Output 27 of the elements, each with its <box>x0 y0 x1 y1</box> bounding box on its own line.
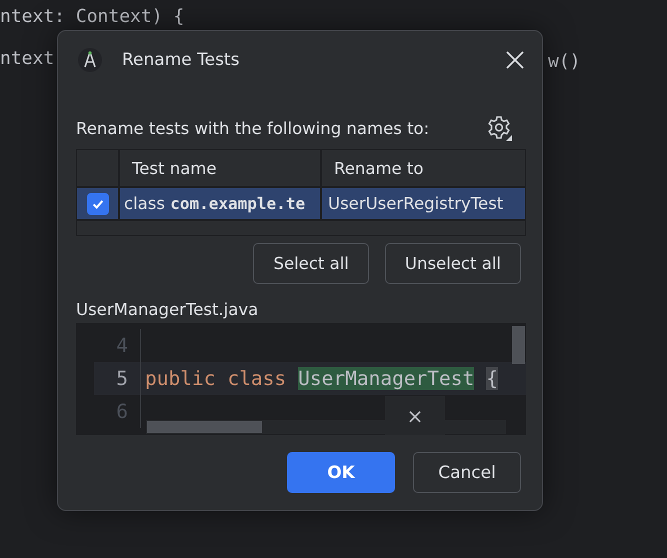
code-keyword: public <box>145 367 216 390</box>
table-cell: class com.example.te <box>120 188 322 219</box>
table-cell-text: UserUserRegistryTest <box>327 193 504 215</box>
scrollbar-thumb[interactable] <box>512 326 525 364</box>
table-button[interactable]: Unselect all <box>384 243 521 284</box>
line-number: 5 <box>94 362 141 395</box>
compass-icon <box>78 48 102 72</box>
close-icon[interactable] <box>506 51 524 69</box>
code-fragment: w() <box>548 51 581 72</box>
code-line: ntext <box>0 48 54 70</box>
code-keyword: class <box>227 367 286 390</box>
column-header: Rename to <box>333 158 424 180</box>
table-row[interactable]: class com.example.te UserUserRegistryTest <box>77 188 525 219</box>
scrollbar-thumb[interactable] <box>147 421 262 433</box>
checkbox[interactable] <box>86 192 108 214</box>
close-popup[interactable]: × <box>385 396 445 435</box>
instruction-label: Rename tests with the following names to: <box>76 118 430 138</box>
code-token: { <box>486 367 498 390</box>
column-header: Test name <box>120 150 322 186</box>
settings-icon[interactable] <box>486 115 512 141</box>
cancel-button[interactable]: Cancel <box>413 452 521 493</box>
table-button[interactable]: Select all <box>253 243 369 284</box>
code-line: ntext: Context) { <box>0 6 184 28</box>
file-name: UserManagerTest.java <box>76 300 260 319</box>
ok-button[interactable]: OK <box>287 452 395 493</box>
dialog-title: Rename Tests <box>122 50 240 70</box>
highlighted-name: UserManagerTest <box>298 367 474 390</box>
